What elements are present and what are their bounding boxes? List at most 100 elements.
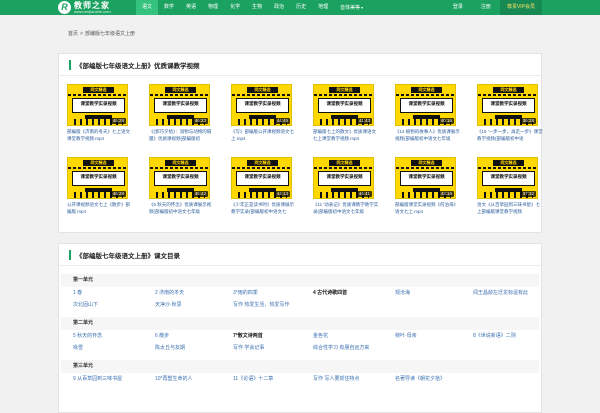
nav-item-2[interactable]: 数学	[158, 0, 180, 15]
lesson-link[interactable]: 闻王昌龄左迁龙标遥有此	[473, 287, 528, 299]
logo-name: 教师之家	[74, 0, 110, 10]
video-title[interactable]: 部编版《济南的冬天》七上语文课堂教学视频.mp4	[67, 129, 133, 149]
thumbnail-board-text: 课堂教学实录视频	[490, 101, 527, 106]
video-thumbnail[interactable]: 同文精选 课堂教学实录视频 45:42	[149, 157, 210, 199]
breadcrumb-current[interactable]: 部编版七年级语文上册	[85, 31, 135, 37]
login-link[interactable]: 登录	[444, 0, 472, 15]
video-thumbnail[interactable]: 同文精选 课堂教学实录视频 44:13	[231, 157, 292, 199]
lesson-link[interactable]: 名著导读《朝花夕拾》	[395, 373, 445, 385]
thumbnail-tag: 同文精选	[493, 160, 524, 166]
video-card[interactable]: 同文精选 课堂教学实录视频 44:45 《写》部编版公开课视频语文七上.mp4	[231, 84, 301, 149]
breadcrumb: 首页 > 部编版七年级语文上册	[68, 30, 135, 37]
lesson-link[interactable]: 咏雪	[73, 342, 83, 354]
video-thumbnail[interactable]: 同文精选 课堂教学实录视频 43:16	[395, 157, 456, 199]
video-title[interactable]: 《15 '一步一步，再走一步》课堂教学视频(部编版初中语	[477, 129, 543, 149]
video-thumbnail[interactable]: 同文精选 课堂教学实录视频 36:28	[477, 84, 538, 126]
nav-item-8[interactable]: 历史	[290, 0, 312, 15]
nav-item-1[interactable]: 语文	[136, 0, 159, 15]
nav-item-5[interactable]: 化学	[224, 0, 246, 15]
video-thumbnail[interactable]: 同文精选 课堂教学实录视频 41:43	[313, 84, 374, 126]
toc-panel: 《部编版七年级语文上册》课文目录 第一单元 1 春 2 济南的冬天 3*雨的四季 4 古…	[58, 243, 542, 413]
video-title[interactable]: 《14 植物的故事人》优质课展示视频(部编版初中语文七年级	[395, 129, 461, 149]
nav-item-label: 化学	[230, 4, 241, 10]
lesson-link[interactable]: 写作 写人要抓住特点	[313, 373, 359, 385]
lesson-link[interactable]: 荷叶·母亲	[395, 330, 417, 342]
lesson-link[interactable]: 写作 热爱生活，热爱写作	[233, 299, 289, 311]
nav-item-label: 音体美等	[340, 5, 361, 11]
video-title[interactable]: 部编版课堂实录视频《何泊海》语文七上.mp4	[395, 202, 461, 222]
lesson-link[interactable]: 2 济南的冬天	[155, 287, 184, 299]
nav-item-10[interactable]: 音体美等▾	[334, 0, 369, 15]
thumbnail-board: 课堂教学实录视频	[236, 171, 289, 186]
lesson-link[interactable]: 11《论语》十二章	[233, 373, 273, 385]
thumbnail-stripes	[314, 94, 373, 96]
video-card[interactable]: 同文精选 课堂教学实录视频 43:16 部编版课堂实录视频《何泊海》语文七上.mp4	[395, 157, 465, 222]
breadcrumb-home[interactable]: 首页	[68, 31, 78, 37]
video-card[interactable]: 同文精选 课堂教学实录视频 41:43 部编版七上的散文》优质课语文七上课堂教学视频.…	[313, 84, 383, 149]
video-thumbnail[interactable]: 同文精选 课堂教学实录视频 44:45	[231, 84, 292, 126]
video-card[interactable]: 同文精选 课堂教学实录视频 45:42 《5 秋天的怀念》优质课展示视频(部编版初中语…	[149, 157, 219, 222]
lesson-link[interactable]: 7*散文诗两首	[233, 330, 263, 342]
lesson-row: 咏雪 陈太丘与友期 写作 学会记事 综合性学习 有朋自远方来	[61, 342, 539, 354]
lesson-link[interactable]: 天净沙·秋思	[155, 299, 182, 311]
lesson-link[interactable]: 6 散步	[155, 330, 169, 342]
video-title[interactable]: 《11 '动表记》优质课教学教学实录(部编版初中语文七年级	[313, 202, 379, 222]
video-card[interactable]: 同文精选 课堂教学实录视频 44:13 《少年正是读书时》优质课展示教学实录(部编版初…	[231, 157, 301, 222]
thumbnail-board: 课堂教学实录视频	[482, 98, 535, 113]
video-card[interactable]: 同文精选 课堂教学实录视频 46:28 部编版《济南的冬天》七上语文课堂教学视频.mp…	[67, 84, 137, 149]
thumbnail-tag: 同文精选	[83, 87, 114, 93]
lesson-link[interactable]: 10*再塑生命的人	[155, 373, 193, 385]
unit-heading: 第三单元	[61, 360, 539, 373]
lesson-link[interactable]: 9 从百草园到三味书屋	[73, 373, 122, 385]
nav-item-9[interactable]: 地理	[312, 0, 334, 15]
video-title[interactable]: 公开课视频语文七上《散步》部编版.mp4	[67, 202, 133, 222]
video-duration: 44:45	[274, 118, 290, 124]
lesson-link[interactable]: 3*雨的四季	[233, 287, 258, 299]
video-title[interactable]: 《(郭巧夕拾》：润物与动物的隔膜》优质课视频(部编版初	[149, 129, 215, 149]
video-title[interactable]: 《少年正是读书时》优质课展示教学实录(部编版初中语文七	[231, 202, 297, 222]
video-title[interactable]: 语文《从百草园到三味书屋》七上部编版课堂教学视频	[477, 202, 543, 222]
video-card[interactable]: 同文精选 课堂教学实录视频 37:32 语文《从百草园到三味书屋》七上部编版课堂教学视…	[477, 157, 547, 222]
thumbnail-tag: 同文精选	[247, 87, 278, 93]
thumbnail-board-text: 课堂教学实录视频	[80, 174, 117, 179]
vip-link[interactable]: 尊贵VIP会员	[499, 0, 542, 15]
video-card[interactable]: 同文精选 课堂教学实录视频 40:16 《14 植物的故事人》优质课展示视频(部编版初…	[395, 84, 465, 149]
lesson-link[interactable]: 观沧海	[395, 287, 410, 299]
nav-item-7[interactable]: 政治	[268, 0, 290, 15]
video-thumbnail[interactable]: 同文精选 课堂教学实录视频 46:23	[149, 84, 210, 126]
video-thumbnail[interactable]: 同文精选 课堂教学实录视频 44:41	[313, 157, 374, 199]
video-title[interactable]: 《5 秋天的怀念》优质课展示视频(部编版初中语文七年级	[149, 202, 215, 222]
nav-item-3[interactable]: 英语	[180, 0, 202, 15]
video-thumbnail[interactable]: 同文精选 课堂教学实录视频 46:28	[67, 157, 128, 199]
video-thumbnail[interactable]: 同文精选 课堂教学实录视频 46:28	[67, 84, 128, 126]
unit-heading: 第一单元	[61, 274, 539, 287]
site-logo[interactable]: R 教师之家 www.renjiaoshe.com	[58, 0, 111, 15]
lesson-link[interactable]: 陈太丘与友期	[155, 342, 185, 354]
toc-panel-title: 《部编版七年级语文上册》课文目录	[76, 252, 180, 260]
lesson-link[interactable]: 8《世说新语》二则	[473, 330, 516, 342]
video-card[interactable]: 同文精选 课堂教学实录视频 46:28 公开课视频语文七上《散步》部编版.mp4	[67, 157, 137, 222]
video-title[interactable]: 《写》部编版公开课视频语文七上.mp4	[231, 129, 297, 149]
video-card[interactable]: 同文精选 课堂教学实录视频 46:23 《(郭巧夕拾》：润物与动物的隔膜》优质课视频(…	[149, 84, 219, 149]
video-duration: 46:28	[110, 191, 126, 197]
video-card[interactable]: 同文精选 课堂教学实录视频 36:28 《15 '一步一步，再走一步》课堂教学视频(部…	[477, 84, 547, 149]
nav-item-6[interactable]: 生物	[246, 0, 268, 15]
video-thumbnail[interactable]: 同文精选 课堂教学实录视频 37:32	[477, 157, 538, 199]
lesson-link[interactable]: 写作 学会记事	[233, 342, 264, 354]
nav-item-4[interactable]: 物理	[202, 0, 224, 15]
video-card[interactable]: 同文精选 课堂教学实录视频 44:41 《11 '动表记》优质课教学教学实录(部编版初…	[313, 157, 383, 222]
video-thumbnail[interactable]: 同文精选 课堂教学实录视频 40:16	[395, 84, 456, 126]
subject-nav: 语文 数学 英语 物理 化学 生物 政治 历史 地理 音体美等▾	[136, 0, 369, 15]
lesson-link[interactable]: 综合性学习 有朋自远方来	[313, 342, 369, 354]
thumbnail-board: 课堂教学实录视频	[400, 171, 453, 186]
lesson-link[interactable]: 4 古代诗歌四首	[313, 287, 347, 299]
register-link[interactable]: 注册	[472, 0, 500, 15]
thumbnail-stripes	[68, 94, 127, 96]
lesson-link[interactable]: 金色花	[313, 330, 328, 342]
lesson-link[interactable]: 5 秋天的怀念	[73, 330, 102, 342]
lesson-link[interactable]: 1 春	[73, 287, 82, 299]
lesson-link[interactable]: 次北固山下	[73, 299, 98, 311]
user-links: 登录 注册 尊贵VIP会员	[444, 0, 542, 15]
thumbnail-stripes	[232, 167, 291, 169]
video-title[interactable]: 部编版七上的散文》优质课语文七上课堂教学视频.mp4	[313, 129, 379, 149]
